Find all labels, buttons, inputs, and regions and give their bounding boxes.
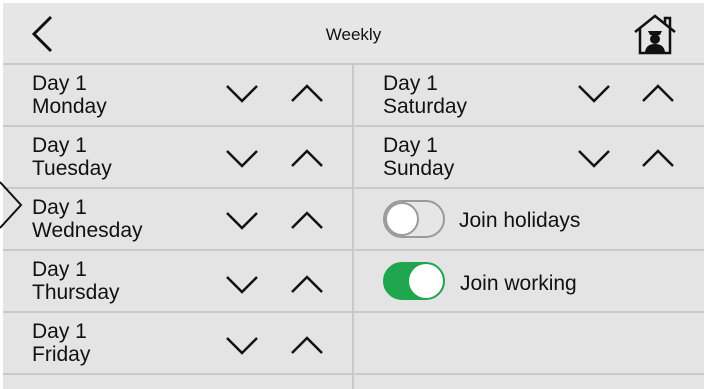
- chevron-up-icon: [642, 84, 674, 102]
- chevron-down-icon: [226, 150, 258, 168]
- chevron-up-icon: [291, 336, 323, 354]
- page-title: Weekly: [325, 25, 382, 44]
- increase-button[interactable]: [288, 205, 326, 235]
- chevron-down-icon: [578, 85, 610, 103]
- chevron-up-icon: [291, 84, 323, 102]
- home-button[interactable]: [631, 12, 679, 56]
- increase-button[interactable]: [288, 330, 326, 360]
- toggle-knob: [385, 202, 419, 236]
- day-label: Day 1 Monday: [32, 72, 107, 118]
- chevron-down-icon: [226, 276, 258, 294]
- day-label: Day 1 Friday: [32, 320, 91, 366]
- chevron-up-icon: [642, 149, 674, 167]
- decrease-button[interactable]: [223, 78, 261, 108]
- join-holidays-toggle[interactable]: [383, 200, 445, 238]
- weekly-panel: Weekly Day 1 Monday Day 1 Tuesday Day 1 …: [3, 3, 704, 389]
- increase-button[interactable]: [639, 78, 677, 108]
- increase-button[interactable]: [288, 269, 326, 299]
- header-bar: Weekly: [3, 3, 704, 63]
- decrease-button[interactable]: [223, 143, 261, 173]
- chevron-up-icon: [291, 211, 323, 229]
- day-label: Day 1 Thursday: [32, 258, 120, 304]
- join-working-toggle[interactable]: [383, 262, 445, 300]
- increase-button[interactable]: [288, 143, 326, 173]
- chevron-up-icon: [291, 275, 323, 293]
- join-working-label: Join working: [460, 272, 577, 295]
- chevron-down-icon: [226, 337, 258, 355]
- day-label: Day 1 Wednesday: [32, 196, 143, 242]
- home-person-icon: [634, 14, 676, 55]
- chevron-up-icon: [291, 149, 323, 167]
- chevron-down-icon: [578, 150, 610, 168]
- join-holidays-label: Join holidays: [459, 209, 581, 232]
- chevron-down-icon: [226, 85, 258, 103]
- increase-button[interactable]: [639, 143, 677, 173]
- toggle-knob: [409, 264, 443, 298]
- selection-marker-icon: [0, 181, 23, 229]
- decrease-button[interactable]: [575, 78, 613, 108]
- decrease-button[interactable]: [223, 330, 261, 360]
- day-label: Day 1 Tuesday: [32, 134, 112, 180]
- column-divider: [352, 63, 354, 389]
- chevron-down-icon: [226, 212, 258, 230]
- day-label: Day 1 Saturday: [383, 72, 468, 118]
- decrease-button[interactable]: [575, 143, 613, 173]
- increase-button[interactable]: [288, 78, 326, 108]
- day-label: Day 1 Sunday: [383, 134, 455, 180]
- decrease-button[interactable]: [223, 205, 261, 235]
- decrease-button[interactable]: [223, 269, 261, 299]
